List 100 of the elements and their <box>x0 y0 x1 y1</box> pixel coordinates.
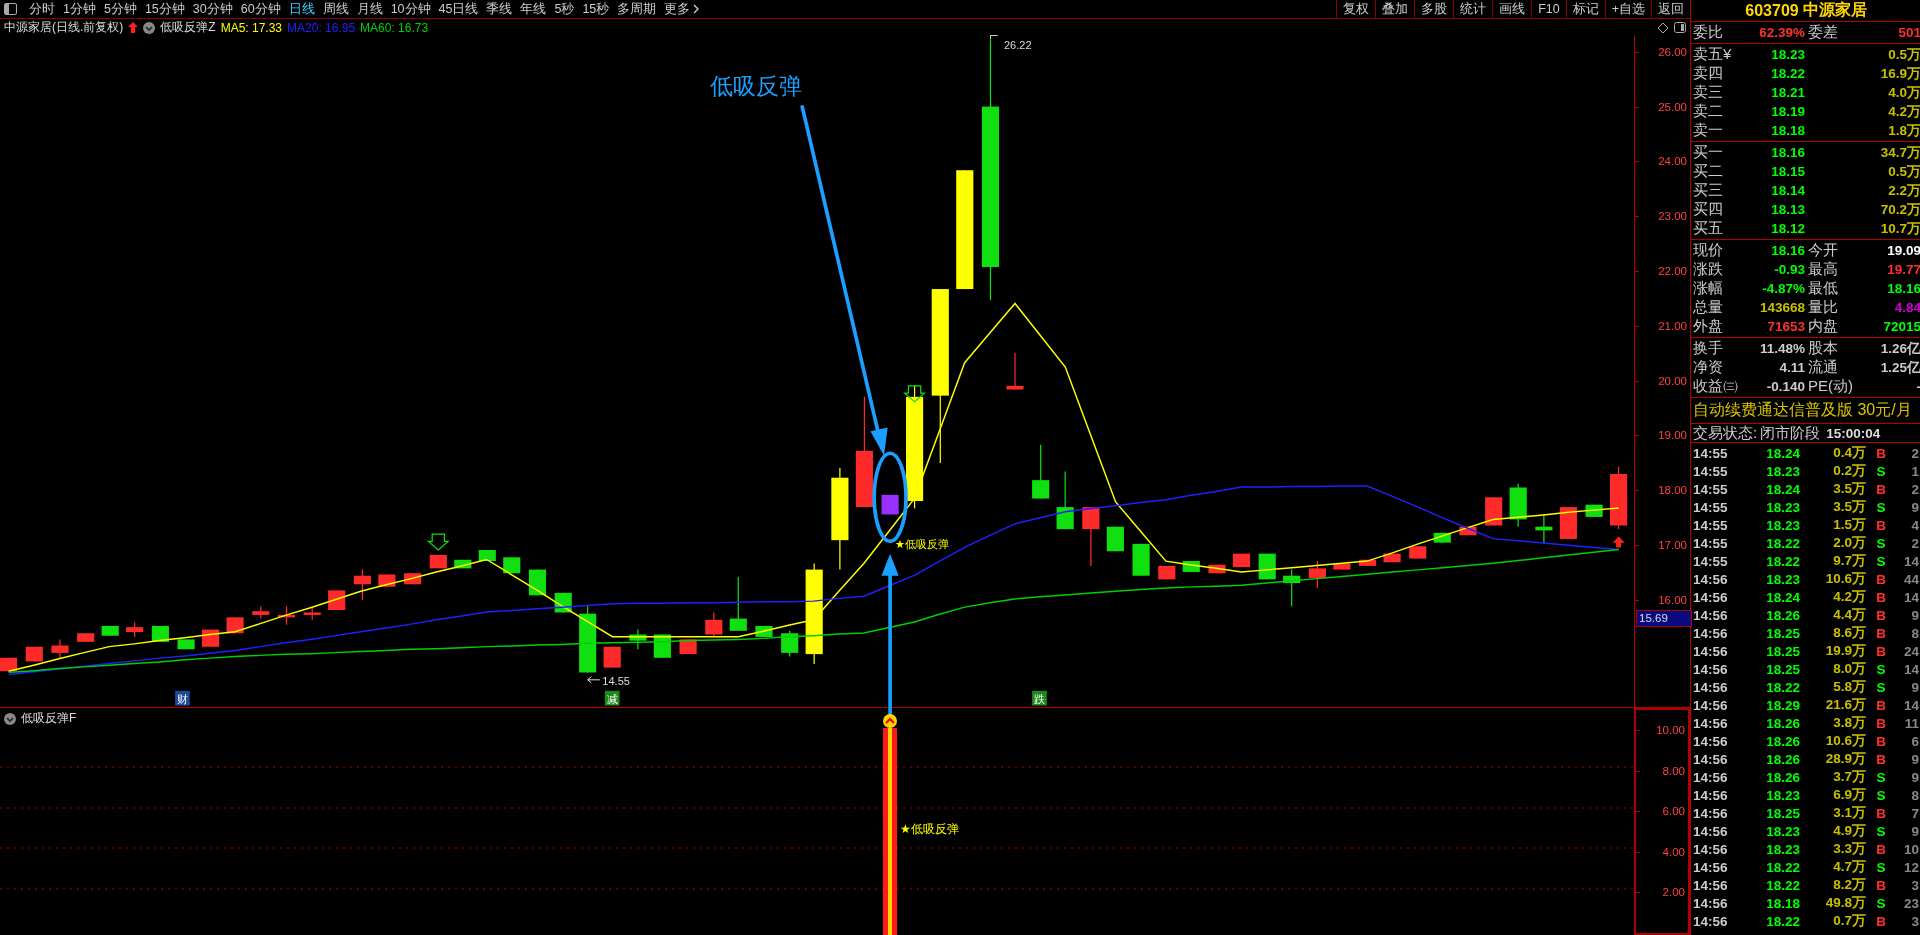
period-tab[interactable]: 10分钟 <box>386 0 435 18</box>
period-tab[interactable]: 分时 <box>25 0 59 18</box>
period-tab[interactable]: 60分钟 <box>236 0 285 18</box>
candlestick <box>1006 352 1024 391</box>
toolbar-button[interactable]: 标记 <box>1565 0 1605 18</box>
candlestick <box>25 646 43 663</box>
period-tab[interactable]: 多周期 <box>613 0 661 18</box>
toolbar-button[interactable]: 复权 <box>1336 0 1376 18</box>
period-tab[interactable]: 15秒 <box>578 0 614 18</box>
field-label: 流通 <box>1807 358 1839 377</box>
status-value: 闭市阶段 <box>1760 423 1821 443</box>
tick-price: 18.26 <box>1765 715 1800 731</box>
field-label: 股本 <box>1807 339 1839 358</box>
bid-volume: 0.5万 <box>1887 162 1920 181</box>
axis-label: 8.00 <box>1662 764 1685 777</box>
up-arrow-icon <box>128 22 139 33</box>
period-tab[interactable]: 5分钟 <box>99 0 141 18</box>
toolbar-button[interactable]: 多股 <box>1414 0 1454 18</box>
tick-side: B <box>1875 841 1887 857</box>
candlestick <box>1308 560 1326 589</box>
period-tab[interactable]: 15分钟 <box>140 0 189 18</box>
period-tab[interactable]: 月线 <box>352 0 387 18</box>
tick-count: 7 <box>1910 805 1919 821</box>
candlestick <box>1082 506 1100 567</box>
field-value: 18.16 <box>1770 243 1805 258</box>
tick-count: 3 <box>1910 877 1919 893</box>
ask-price: 18.21 <box>1770 85 1805 100</box>
sidebar-toggle-icon[interactable] <box>4 3 17 15</box>
tick-count: 9 <box>1910 751 1919 767</box>
candlestick <box>729 576 747 632</box>
tick-count: 10 <box>1902 841 1919 857</box>
tick-volume: 0.7万 <box>1832 912 1866 930</box>
tick-side: S <box>1875 859 1887 875</box>
tick-price: 18.23 <box>1765 823 1800 839</box>
field-label: 委比 <box>1693 23 1724 42</box>
axis-label: 26.00 <box>1658 45 1687 58</box>
tick-price: 18.18 <box>1765 895 1800 911</box>
candlestick <box>1032 444 1050 500</box>
toolbar-button[interactable]: 叠加 <box>1375 0 1415 18</box>
tick-volume: 1.5万 <box>1832 516 1866 534</box>
dropdown-circle-icon[interactable] <box>143 21 156 34</box>
tick-count: 24 <box>1902 643 1919 659</box>
toolbar-button[interactable]: 统计 <box>1453 0 1493 18</box>
annotation-text: 低吸反弹 <box>710 73 803 100</box>
ask-price: 18.19 <box>1770 104 1805 119</box>
toolbar-button[interactable]: 画线 <box>1492 0 1532 18</box>
period-tab[interactable]: 45日线 <box>434 0 483 18</box>
tick-time: 14:55 <box>1693 517 1729 533</box>
dropdown-circle-icon[interactable] <box>4 712 16 725</box>
candlestick <box>1459 526 1477 536</box>
ask-price: 18.23 <box>1770 47 1805 62</box>
axis-label: 2.00 <box>1662 886 1685 899</box>
candlestick <box>151 625 169 643</box>
diamond-icon[interactable] <box>1657 21 1669 34</box>
tick-price: 18.24 <box>1765 589 1800 605</box>
signal-label: ★低吸反弹 <box>895 537 949 550</box>
candlestick <box>603 646 621 669</box>
period-tab[interactable]: 5秒 <box>550 0 579 18</box>
more-menu[interactable]: 更多 <box>660 0 705 18</box>
tick-volume: 3.7万 <box>1832 768 1866 786</box>
toolbar-button[interactable]: 返回 <box>1651 0 1690 18</box>
promo-link[interactable]: 自动续费通达信普及版 30元/月 <box>1693 401 1912 418</box>
tick-count: 9 <box>1910 679 1919 695</box>
tick-price: 18.22 <box>1765 913 1800 929</box>
field-value: 71653 <box>1766 319 1805 334</box>
period-tab[interactable]: 季线 <box>482 0 517 18</box>
tick-side: S <box>1875 553 1887 569</box>
period-tab[interactable]: 年线 <box>516 0 551 18</box>
axis-label: 4.00 <box>1662 845 1685 858</box>
tick-side: B <box>1875 805 1887 821</box>
tick-volume: 3.5万 <box>1832 498 1866 516</box>
axis-label: 18.00 <box>1658 484 1687 497</box>
period-tab[interactable]: 周线 <box>318 0 353 18</box>
toolbar-button[interactable]: +自选 <box>1604 0 1651 18</box>
field-label: 现价 <box>1693 241 1724 260</box>
ask-volume: 4.0万 <box>1887 83 1920 102</box>
field-value: 501 <box>1897 25 1920 40</box>
stock-code: 603709 <box>1745 1 1799 20</box>
period-tab[interactable]: 1分钟 <box>59 0 100 18</box>
tick-price: 18.22 <box>1765 859 1800 875</box>
period-tab[interactable]: 30分钟 <box>188 0 237 18</box>
period-tab[interactable]: 日线 <box>284 0 319 18</box>
tick-price: 18.22 <box>1765 553 1800 569</box>
toolbar-button[interactable]: F10 <box>1531 0 1566 18</box>
panel-toggle-icon[interactable] <box>1674 22 1686 33</box>
ask-price: 18.22 <box>1770 66 1805 81</box>
indicator-name: 低吸反弹Z <box>160 19 216 36</box>
candlestick <box>1182 560 1200 573</box>
tick-count: 9 <box>1910 499 1919 515</box>
tick-volume: 2.0万 <box>1832 534 1866 552</box>
tick-count: 12 <box>1902 859 1919 875</box>
tick-price: 18.26 <box>1765 607 1800 623</box>
candlestick <box>1559 506 1577 540</box>
tick-volume: 10.6万 <box>1824 732 1866 750</box>
tick-count: 23 <box>1902 895 1919 911</box>
tick-volume: 4.4万 <box>1832 606 1866 624</box>
status-label: 交易状态: <box>1693 423 1758 443</box>
axis-label: 16.00 <box>1658 593 1687 606</box>
tick-volume: 8.2万 <box>1832 876 1866 894</box>
field-label: 最低 <box>1807 279 1839 298</box>
